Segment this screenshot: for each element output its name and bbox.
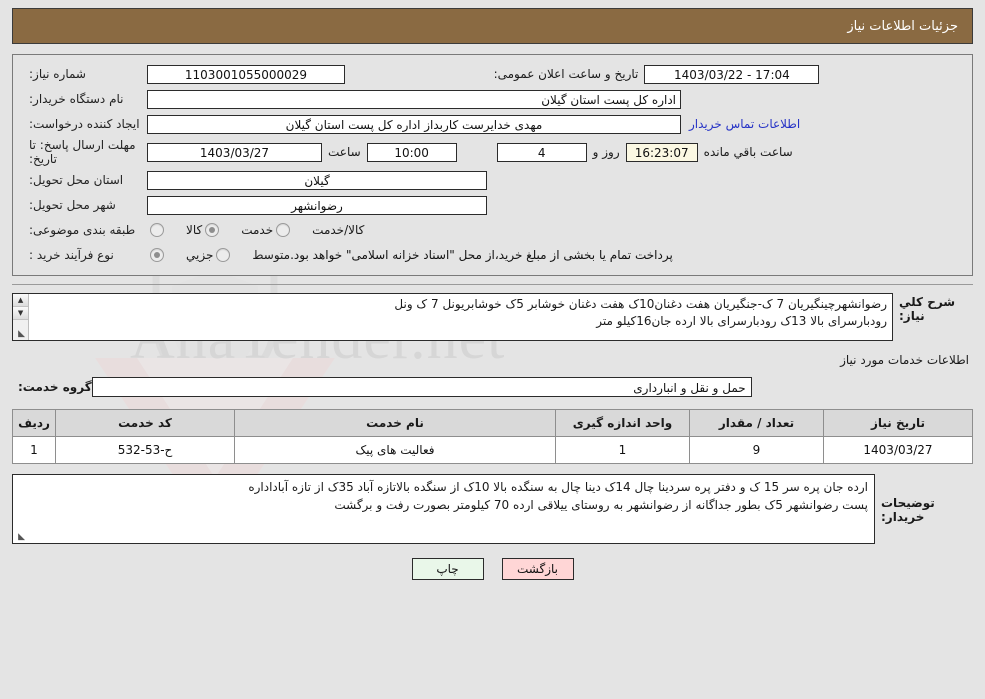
cell-unit: 1 [555, 436, 690, 464]
days-value: 4 [496, 142, 587, 162]
deadline-hour-value[interactable]: 10:00 [366, 142, 457, 162]
buyer-notes-text: ارده جان پره سر 15 ک و دفتر پره سردینا چ… [248, 480, 868, 512]
need-description-label: شرح کلي نیاز: [899, 295, 956, 323]
creator-value[interactable]: مهدی خدایرست کاربداز اداره کل پست استان … [147, 114, 681, 134]
category-option-2-radio[interactable] [276, 223, 291, 237]
cell-service-name: فعالیت های پیک [234, 436, 556, 464]
cell-quantity: 9 [689, 436, 824, 464]
buyer-notes-row: توضیحات خریدار: ارده جان پره سر 15 ک و د… [12, 474, 973, 544]
creator-label: ایجاد کننده درخواست: [29, 117, 140, 131]
remaining-label: ساعت باقي مانده [703, 145, 793, 159]
service-group-row: حمل و نقل و انبارداری گروه خدمت: [12, 377, 973, 397]
th-unit: واحد اندازه گیری [555, 409, 690, 437]
row-process-type: پرداخت تمام یا بخشی از مبلغ خرید،از محل … [23, 244, 962, 266]
th-row-index: ردیف [12, 409, 56, 437]
need-number-label: شماره نیاز: [28, 67, 86, 81]
th-quantity: تعداد / مقدار [689, 409, 824, 437]
category-option-0-radio[interactable] [150, 223, 164, 237]
row-category: کالا/خدمت خدمت کالا طبقه بندی موضوعی: [23, 219, 962, 241]
payment-note: پرداخت تمام یا بخشی از مبلغ خرید،از محل … [290, 248, 673, 262]
remaining-clock: 16:23:07 [625, 142, 698, 162]
row-need-number: 17:04 - 1403/03/22 تاریخ و ساعت اعلان عم… [23, 63, 962, 85]
footer-buttons: بازگشت چاپ [0, 558, 985, 580]
scroll-down-icon[interactable]: ▼ [13, 307, 28, 320]
city-value[interactable]: رضوانشهر [147, 195, 487, 215]
category-radio-group: کالا/خدمت خدمت کالا [147, 223, 364, 237]
process-option-0-radio[interactable] [150, 248, 164, 262]
process-label: نوع فرآیند خرید : [29, 248, 114, 262]
services-table: تاریخ نیاز تعداد / مقدار واحد اندازه گیر… [12, 409, 973, 464]
public-announce-value[interactable]: 17:04 - 1403/03/22 [644, 64, 820, 84]
table-header-row: تاریخ نیاز تعداد / مقدار واحد اندازه گیر… [12, 409, 973, 437]
need-number-value[interactable]: 1103001055000029 [146, 64, 345, 84]
need-description-row: شرح کلي نیاز: ▲ ▼ رضوانشهر‌چینگیریان 7 ک… [12, 293, 973, 341]
category-label: طبقه بندی موضوعی: [29, 223, 136, 237]
resize-grip-icon[interactable]: ◣ [15, 329, 25, 339]
category-option-2-label: کالا/خدمت [312, 223, 365, 237]
service-group-label: گروه خدمت: [18, 380, 92, 394]
cell-service-code: ح-53-532 [55, 436, 235, 464]
category-option-0-label: کالا [186, 223, 203, 237]
services-table-wrap: تاریخ نیاز تعداد / مقدار واحد اندازه گیر… [12, 409, 973, 464]
row-buyer-org: اداره کل پست استان گیلان نام دستگاه خرید… [23, 88, 962, 110]
page-header: جزئیات اطلاعات نیاز [12, 8, 973, 44]
buyer-org-label: نام دستگاه خریدار: [29, 92, 124, 106]
row-deadline: ساعت باقي مانده 16:23:07 روز و 4 10:00 س… [23, 138, 962, 166]
province-value[interactable]: گیلان [147, 170, 487, 190]
notes-resize-grip-icon[interactable]: ◣ [15, 532, 25, 542]
buyer-contact-link[interactable]: اطلاعات تماس خریدار [681, 117, 808, 131]
divider [12, 284, 973, 285]
category-option-1-radio[interactable] [205, 223, 220, 237]
th-service-code: کد خدمت [55, 409, 235, 437]
process-radio-group: متوسط جزیي [147, 248, 290, 262]
cell-row-index: 1 [12, 436, 56, 464]
back-button[interactable]: بازگشت [501, 558, 574, 580]
category-option-1-label: خدمت [241, 223, 274, 237]
scroll-up-icon[interactable]: ▲ [13, 294, 28, 307]
cell-need-date: 1403/03/27 [823, 436, 973, 464]
need-info-panel: 17:04 - 1403/03/22 تاریخ و ساعت اعلان عم… [12, 54, 973, 276]
days-label: روز و [592, 145, 620, 159]
table-row: 1403/03/27 9 1 فعالیت های پیک ح-53-532 1 [12, 436, 973, 464]
buyer-notes-label: توضیحات خریدار: [881, 496, 935, 524]
th-need-date: تاریخ نیاز [823, 409, 973, 437]
process-option-1-radio[interactable] [216, 248, 231, 262]
need-description-textarea[interactable]: ▲ ▼ رضوانشهر‌چینگیریان 7 ک-جنگیریان هفت … [12, 293, 893, 341]
page-title: جزئیات اطلاعات نیاز [847, 18, 958, 34]
buyer-notes-textarea[interactable]: ارده جان پره سر 15 ک و دفتر پره سردینا چ… [12, 474, 875, 544]
need-description-text: رضوانشهر‌چینگیریان 7 ک-جنگیریان هفت دغنا… [394, 297, 887, 328]
province-label: استان محل تحویل: [29, 173, 124, 187]
process-option-1-label: متوسط [252, 248, 291, 262]
service-group-value[interactable]: حمل و نقل و انبارداری [91, 377, 752, 397]
row-creator: اطلاعات تماس خریدار مهدی خدایرست کاربداز… [23, 113, 962, 135]
buyer-org-value[interactable]: اداره کل پست استان گیلان [147, 89, 681, 109]
public-announce-label: تاریخ و ساعت اعلان عمومی: [493, 67, 639, 81]
process-option-0-label: جزیي [186, 248, 214, 262]
th-service-name: نام خدمت [234, 409, 556, 437]
row-province: گیلان استان محل تحویل: [23, 169, 962, 191]
services-section-heading: اطلاعات خدمات مورد نیاز [840, 353, 969, 367]
row-city: رضوانشهر شهر محل تحویل: [23, 194, 962, 216]
print-button[interactable]: چاپ [411, 558, 484, 580]
deadline-hour-label: ساعت [328, 145, 361, 159]
deadline-date-value[interactable]: 1403/03/27 [147, 142, 322, 162]
city-label: شهر محل تحویل: [29, 198, 116, 212]
deadline-label: مهلت ارسال پاسخ: تا تاریخ: [29, 138, 136, 166]
